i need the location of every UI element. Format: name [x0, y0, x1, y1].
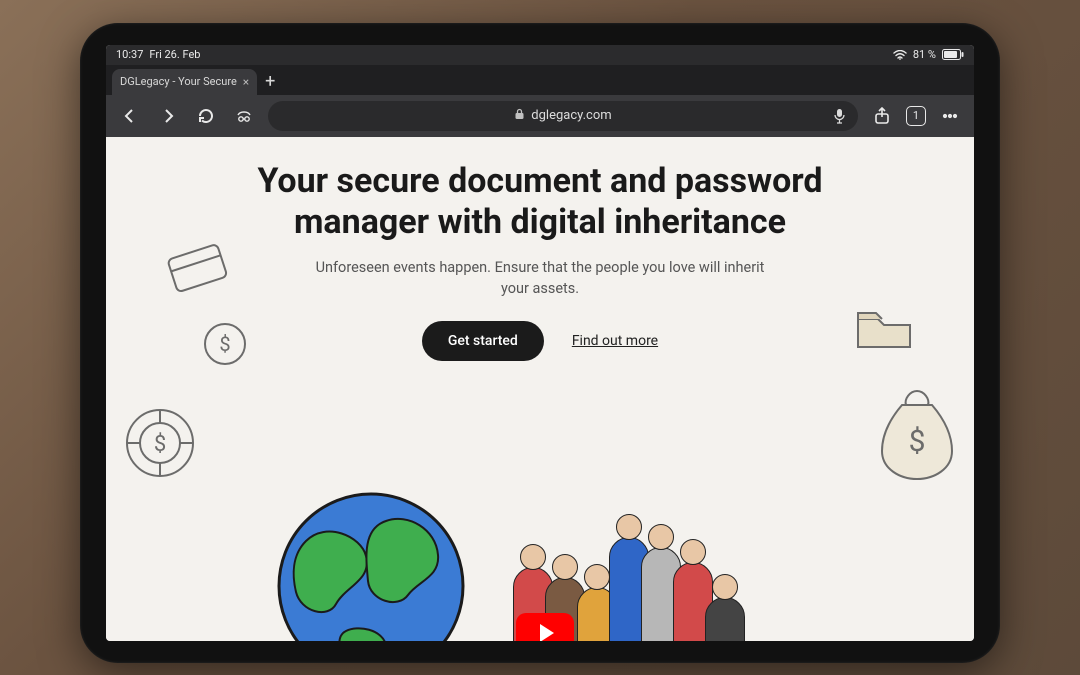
youtube-play-button[interactable] — [516, 613, 574, 641]
svg-text:$: $ — [219, 332, 230, 356]
battery-percent: 81 % — [913, 48, 936, 61]
get-started-button[interactable]: Get started — [422, 321, 544, 361]
people-group-icon — [464, 487, 794, 641]
find-out-more-link[interactable]: Find out more — [572, 333, 658, 349]
status-time: 10:37 — [116, 48, 143, 61]
incognito-icon — [230, 102, 258, 130]
money-bag-icon: $ — [878, 387, 956, 487]
reload-button[interactable] — [192, 102, 220, 130]
dollar-coin-icon: $ — [202, 321, 248, 371]
voice-search-icon[interactable] — [833, 108, 846, 124]
tab-title: DGLegacy - Your Secure — [120, 75, 237, 88]
hero-subtitle: Unforeseen events happen. Ensure that th… — [310, 257, 770, 299]
tabs-button[interactable]: 1 — [906, 106, 926, 126]
status-bar: 10:37 Fri 26. Feb 81 % — [106, 45, 974, 65]
forward-button[interactable] — [154, 102, 182, 130]
ipad-device: 10:37 Fri 26. Feb 81 % DGLegacy - Your S… — [80, 23, 1000, 663]
tab-count: 1 — [913, 109, 919, 122]
new-tab-button[interactable]: + — [257, 69, 283, 95]
hero-title: Your secure document and password manage… — [220, 161, 860, 244]
hero-illustration — [236, 451, 854, 641]
browser-tab-strip: DGLegacy - Your Secure × + — [106, 65, 974, 95]
svg-text:$: $ — [909, 424, 926, 459]
tab-close-icon[interactable]: × — [243, 75, 249, 89]
browser-toolbar: dglegacy.com 1 — [106, 95, 974, 137]
globe-icon — [276, 491, 466, 641]
address-bar[interactable]: dglegacy.com — [268, 101, 858, 131]
url-text: dglegacy.com — [531, 108, 611, 123]
person-icon — [705, 597, 745, 641]
webpage-hero: Your secure document and password manage… — [106, 137, 974, 641]
lock-icon — [514, 108, 525, 123]
status-date: Fri 26. Feb — [149, 48, 200, 61]
share-button[interactable] — [868, 102, 896, 130]
browser-tab[interactable]: DGLegacy - Your Secure × — [112, 69, 257, 95]
desk-surface: 10:37 Fri 26. Feb 81 % DGLegacy - Your S… — [0, 0, 1080, 675]
ipad-screen: 10:37 Fri 26. Feb 81 % DGLegacy - Your S… — [106, 45, 974, 641]
credit-card-icon — [165, 241, 231, 298]
wifi-icon — [893, 50, 907, 60]
folder-icon — [854, 307, 914, 355]
back-button[interactable] — [116, 102, 144, 130]
svg-text:$: $ — [154, 432, 166, 457]
battery-icon — [942, 49, 964, 60]
poker-chip-icon: $ — [124, 407, 196, 483]
menu-button[interactable] — [936, 102, 964, 130]
